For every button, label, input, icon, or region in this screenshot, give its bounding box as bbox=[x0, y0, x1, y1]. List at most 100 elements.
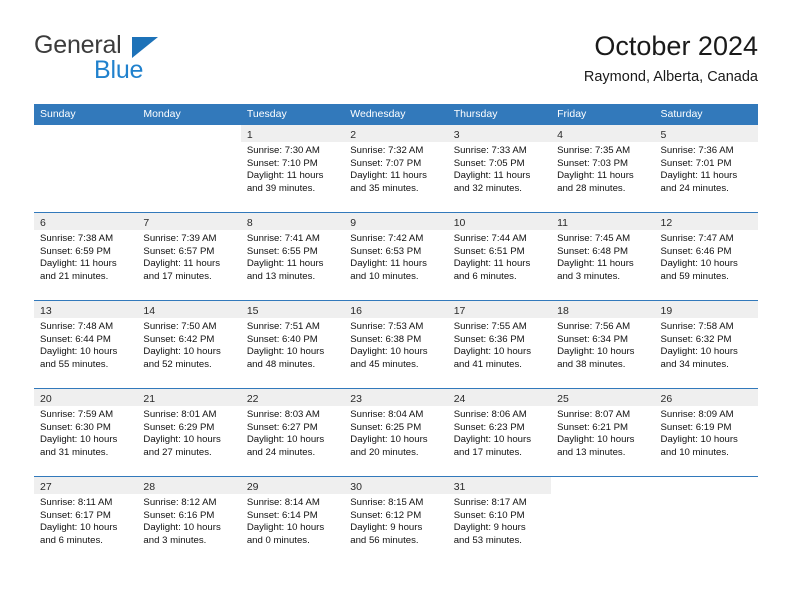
calendar-day-cell[interactable]: 29 Sunrise: 8:14 AM Sunset: 6:14 PM Dayligh… bbox=[240, 477, 345, 568]
day-sun-info: Sunrise: 8:11 AM Sunset: 6:17 PM Daylight:… bbox=[34, 494, 137, 547]
day-number: 27 bbox=[40, 481, 52, 493]
day-number-bar: 31 bbox=[447, 477, 552, 494]
daylight-text: and 24 minutes. bbox=[246, 446, 316, 458]
daylight-text: Daylight: 10 hours bbox=[143, 434, 221, 446]
sunset-text: Sunset: 6:44 PM bbox=[40, 333, 111, 345]
sunset-text: Sunset: 6:27 PM bbox=[246, 421, 318, 433]
calendar-weeks: 1 Sunrise: 7:30 AM Sunset: 7:10 PM Daylight… bbox=[34, 124, 758, 568]
day-sun-info: Sunrise: 7:42 AM Sunset: 6:53 PM Daylight:… bbox=[344, 230, 447, 283]
daylight-text: Daylight: 10 hours bbox=[453, 434, 532, 446]
calendar-day-cell[interactable]: 12 Sunrise: 7:47 AM Sunset: 6:46 PM Dayligh… bbox=[654, 213, 758, 300]
calendar-day-cell[interactable]: 20 Sunrise: 7:59 AM Sunset: 6:30 PM Dayligh… bbox=[34, 389, 138, 476]
day-number-bar: 1 bbox=[240, 125, 345, 142]
day-sun-info bbox=[137, 142, 240, 145]
calendar-day-cell[interactable]: 7 Sunrise: 7:39 AM Sunset: 6:57 PM Daylight… bbox=[137, 213, 241, 300]
day-number: 29 bbox=[246, 481, 259, 493]
calendar-day-cell[interactable]: 11 Sunrise: 7:45 AM Sunset: 6:48 PM Dayligh… bbox=[551, 213, 655, 300]
calendar-day-cell[interactable]: 26 Sunrise: 8:09 AM Sunset: 6:19 PM Dayligh… bbox=[654, 389, 758, 476]
day-sun-info: Sunrise: 8:14 AM Sunset: 6:14 PM Daylight:… bbox=[241, 494, 344, 547]
calendar-day-cell[interactable]: 10 Sunrise: 7:44 AM Sunset: 6:51 PM Dayligh… bbox=[447, 213, 552, 300]
daylight-text: and 32 minutes. bbox=[453, 182, 522, 194]
day-number-bar: 16 bbox=[344, 301, 448, 318]
daylight-text: and 6 minutes. bbox=[453, 270, 517, 282]
day-number-bar: 15 bbox=[240, 301, 345, 318]
day-number-bar: 20 bbox=[34, 389, 138, 406]
calendar-day-cell[interactable]: 13 Sunrise: 7:48 AM Sunset: 6:44 PM Dayligh… bbox=[34, 301, 138, 388]
day-number: 15 bbox=[246, 305, 259, 317]
calendar-day-cell[interactable]: 4 Sunrise: 7:35 AM Sunset: 7:03 PM Daylight… bbox=[551, 125, 655, 212]
calendar-day-cell[interactable]: 14 Sunrise: 7:50 AM Sunset: 6:42 PM Dayligh… bbox=[137, 301, 241, 388]
day-sun-info: Sunrise: 7:50 AM Sunset: 6:42 PM Daylight:… bbox=[137, 318, 240, 371]
day-number: 26 bbox=[660, 393, 673, 405]
daylight-text: and 45 minutes. bbox=[350, 358, 419, 370]
calendar-day-cell[interactable]: 8 Sunrise: 7:41 AM Sunset: 6:55 PM Daylight… bbox=[240, 213, 345, 300]
sunrise-text: Sunrise: 7:48 AM bbox=[40, 321, 114, 332]
logo-text-general: General bbox=[34, 31, 122, 59]
page-title: October 2024 bbox=[594, 31, 758, 61]
weekday-header-monday: Monday bbox=[143, 108, 181, 120]
day-number: 2 bbox=[350, 129, 357, 141]
calendar-day-cell[interactable]: 6 Sunrise: 7:38 AM Sunset: 6:59 PM Daylight… bbox=[34, 213, 138, 300]
calendar-week-row: 1 Sunrise: 7:30 AM Sunset: 7:10 PM Daylight… bbox=[34, 124, 758, 212]
calendar-day-cell[interactable]: 15 Sunrise: 7:51 AM Sunset: 6:40 PM Dayligh… bbox=[240, 301, 345, 388]
daylight-text: Daylight: 11 hours bbox=[246, 170, 324, 182]
calendar-day-cell[interactable]: 9 Sunrise: 7:42 AM Sunset: 6:53 PM Daylight… bbox=[344, 213, 448, 300]
calendar-day-cell[interactable]: 22 Sunrise: 8:03 AM Sunset: 6:27 PM Dayligh… bbox=[240, 389, 345, 476]
daylight-text: Daylight: 10 hours bbox=[350, 346, 428, 358]
calendar-day-cell[interactable]: 28 Sunrise: 8:12 AM Sunset: 6:16 PM Dayligh… bbox=[137, 477, 241, 568]
location-subtitle: Raymond, Alberta, Canada bbox=[583, 69, 758, 85]
calendar-day-cell[interactable]: 24 Sunrise: 8:06 AM Sunset: 6:23 PM Dayligh… bbox=[447, 389, 552, 476]
daylight-text: and 10 minutes. bbox=[350, 270, 419, 282]
daylight-text: Daylight: 11 hours bbox=[350, 170, 427, 182]
daylight-text: Daylight: 10 hours bbox=[453, 346, 532, 358]
daylight-text: Daylight: 9 hours bbox=[350, 522, 423, 534]
calendar-day-cell[interactable]: 25 Sunrise: 8:07 AM Sunset: 6:21 PM Dayligh… bbox=[551, 389, 655, 476]
sunrise-text: Sunrise: 7:47 AM bbox=[660, 233, 734, 244]
sunrise-text: Sunrise: 7:41 AM bbox=[246, 233, 320, 244]
day-number-bar: 30 bbox=[344, 477, 448, 494]
daylight-text: and 31 minutes. bbox=[40, 446, 109, 458]
day-number-bar: 13 bbox=[34, 301, 138, 318]
daylight-text: and 53 minutes. bbox=[453, 534, 522, 546]
day-sun-info: Sunrise: 8:07 AM Sunset: 6:21 PM Daylight:… bbox=[551, 406, 654, 459]
day-sun-info: Sunrise: 7:53 AM Sunset: 6:38 PM Daylight:… bbox=[344, 318, 447, 371]
daylight-text: Daylight: 10 hours bbox=[660, 258, 738, 270]
day-number-bar: 10 bbox=[447, 213, 552, 230]
daylight-text: Daylight: 11 hours bbox=[246, 258, 324, 270]
calendar-day-cell[interactable]: 16 Sunrise: 7:53 AM Sunset: 6:38 PM Dayligh… bbox=[344, 301, 448, 388]
day-number: 21 bbox=[143, 393, 156, 405]
calendar-day-cell[interactable]: 2 Sunrise: 7:32 AM Sunset: 7:07 PM Daylight… bbox=[344, 125, 448, 212]
day-number-bar: 7 bbox=[137, 213, 241, 230]
calendar-week-row: 6 Sunrise: 7:38 AM Sunset: 6:59 PM Daylight… bbox=[34, 212, 758, 300]
daylight-text: Daylight: 10 hours bbox=[40, 346, 118, 358]
daylight-text: Daylight: 10 hours bbox=[557, 346, 635, 358]
calendar-day-cell[interactable]: 21 Sunrise: 8:01 AM Sunset: 6:29 PM Dayligh… bbox=[137, 389, 241, 476]
day-sun-info: Sunrise: 8:04 AM Sunset: 6:25 PM Daylight:… bbox=[344, 406, 447, 459]
sunset-text: Sunset: 6:25 PM bbox=[350, 421, 422, 433]
day-number-bar: 11 bbox=[551, 213, 655, 230]
calendar-day-cell[interactable]: 19 Sunrise: 7:58 AM Sunset: 6:32 PM Dayligh… bbox=[654, 301, 758, 388]
calendar-day-cell[interactable]: 18 Sunrise: 7:56 AM Sunset: 6:34 PM Dayligh… bbox=[551, 301, 655, 388]
weekday-header-thursday: Thursday bbox=[453, 108, 498, 120]
calendar-day-cell[interactable]: 5 Sunrise: 7:36 AM Sunset: 7:01 PM Daylight… bbox=[654, 125, 758, 212]
daylight-text: Daylight: 10 hours bbox=[246, 522, 325, 534]
calendar-day-cell[interactable]: 31 Sunrise: 8:17 AM Sunset: 6:10 PM Dayligh… bbox=[447, 477, 552, 568]
daylight-text: and 17 minutes. bbox=[143, 270, 212, 282]
calendar-day-cell[interactable]: 3 Sunrise: 7:33 AM Sunset: 7:05 PM Daylight… bbox=[447, 125, 552, 212]
calendar-day-cell[interactable]: 27 Sunrise: 8:11 AM Sunset: 6:17 PM Dayligh… bbox=[34, 477, 138, 568]
sunrise-text: Sunrise: 7:51 AM bbox=[246, 321, 320, 332]
calendar-day-cell[interactable]: 17 Sunrise: 7:55 AM Sunset: 6:36 PM Dayligh… bbox=[447, 301, 552, 388]
day-number-bar: 9 bbox=[344, 213, 448, 230]
calendar-day-cell[interactable]: 30 Sunrise: 8:15 AM Sunset: 6:12 PM Dayligh… bbox=[344, 477, 448, 568]
day-number-bar: 2 bbox=[344, 125, 448, 142]
sunrise-text: Sunrise: 8:07 AM bbox=[557, 409, 631, 420]
day-number: 22 bbox=[246, 393, 259, 405]
calendar-day-cell[interactable]: 1 Sunrise: 7:30 AM Sunset: 7:10 PM Daylight… bbox=[240, 125, 345, 212]
day-number: 12 bbox=[660, 217, 673, 229]
day-number: 5 bbox=[660, 129, 667, 141]
calendar-day-cell[interactable]: 23 Sunrise: 8:04 AM Sunset: 6:25 PM Dayligh… bbox=[344, 389, 448, 476]
generalblue-logo[interactable]: General Blue bbox=[34, 32, 264, 92]
weekday-header-friday: Friday bbox=[557, 108, 587, 120]
calendar-day-cell-empty bbox=[551, 477, 655, 568]
day-number: 7 bbox=[143, 217, 150, 229]
